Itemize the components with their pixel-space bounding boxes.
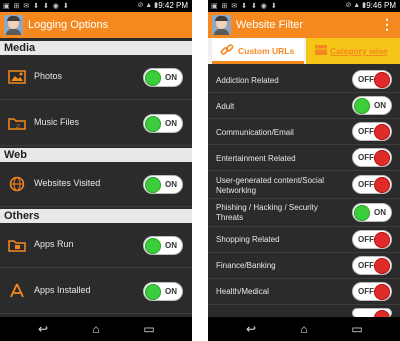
tab-label: Category wise [330, 46, 388, 56]
clock: 9:42 PM [158, 1, 188, 10]
filter-label: User-generated content/Social Networking [216, 176, 325, 195]
pref-row-music[interactable]: ♫ Music Files ON [0, 102, 192, 146]
home-icon[interactable]: ⌂ [293, 321, 315, 337]
overflow-menu-icon[interactable]: ⋮ [380, 17, 394, 31]
action-bar: Logging Options [0, 12, 192, 38]
filter-row[interactable]: User-generated content/Social Networking… [208, 171, 400, 199]
filter-toggle[interactable]: OFF [352, 230, 392, 249]
category-icon [315, 45, 327, 55]
filter-label: Shopping Related [216, 235, 280, 244]
status-bar: ▣ ⊞ ✉ ⬇ ⬇ ◉ ⬇ ⊘ ▲ ▮ 9:46 PM [208, 0, 400, 12]
filter-label: Entertainment Related [216, 154, 296, 163]
pref-row-photos[interactable]: Photos ON [0, 56, 192, 100]
pref-row-apps-installed[interactable]: Apps Installed ON [0, 270, 192, 314]
recent-apps-icon[interactable]: ▭ [346, 321, 368, 337]
filter-toggle[interactable]: OFF [352, 70, 392, 89]
filter-row[interactable]: Shopping Related OFF [208, 227, 400, 253]
filter-row[interactable]: Finance/Banking OFF [208, 253, 400, 279]
tab-custom-urls[interactable]: Custom URLs [212, 38, 304, 64]
pref-row-websites[interactable]: Websites Visited ON [0, 163, 192, 207]
section-header-web: Web [0, 148, 192, 162]
website-filter-screen: ▣ ⊞ ✉ ⬇ ⬇ ◉ ⬇ ⊘ ▲ ▮ 9:46 PM Website Filt… [208, 0, 400, 341]
filter-row-partial[interactable] [208, 305, 400, 318]
filter-toggle[interactable]: OFF [352, 282, 392, 301]
tab-category-wise[interactable]: Category wise [306, 38, 400, 64]
filter-label: Communication/Email [216, 128, 294, 137]
tab-strip: Custom URLs Category wise [208, 38, 400, 64]
signal-icon: ⊘ ▲ ▮ [137, 2, 158, 9]
pref-label: Apps Installed [34, 285, 91, 295]
filter-row[interactable]: Communication/Email OFF [208, 119, 400, 145]
filter-row[interactable]: Health/Medical OFF [208, 279, 400, 305]
action-bar: Website Filter ⋮ [208, 12, 400, 38]
filter-toggle[interactable]: OFF [352, 256, 392, 275]
section-header-others: Others [0, 209, 192, 223]
pref-label: Music Files [34, 117, 80, 127]
apps-run-toggle[interactable]: ON [143, 236, 183, 255]
filter-label: Health/Medical [216, 287, 269, 296]
filter-row[interactable]: Entertainment Related OFF [208, 145, 400, 171]
logging-options-screen: ▣ ⊞ ✉ ⬇ ⬇ ◉ ⬇ ⊘ ▲ ▮ 9:42 PM Logging Opti… [0, 0, 192, 341]
navigation-bar: ↩ ⌂ ▭ [208, 317, 400, 341]
app-logo-icon[interactable] [212, 15, 231, 35]
app-store-icon [10, 283, 24, 298]
filter-toggle[interactable]: OFF [352, 148, 392, 167]
link-icon [220, 44, 234, 55]
app-logo-icon[interactable] [4, 15, 23, 35]
websites-toggle[interactable]: ON [143, 175, 183, 194]
filter-toggle[interactable]: ON [352, 203, 392, 222]
filter-row[interactable]: Adult ON [208, 93, 400, 119]
tab-label: Custom URLs [238, 46, 295, 56]
music-toggle[interactable]: ON [143, 114, 183, 133]
filter-toggle[interactable]: OFF [352, 122, 392, 141]
back-icon[interactable]: ↩ [240, 321, 262, 337]
page-title: Logging Options [28, 19, 109, 31]
pref-label: Websites Visited [34, 178, 101, 188]
clock: 9:46 PM [366, 1, 396, 10]
pref-row-apps-run[interactable]: Apps Run ON [0, 224, 192, 268]
page-title: Website Filter [236, 19, 304, 31]
globe-icon [9, 176, 25, 192]
filter-label: Phishing / Hacking / Security Threats [216, 203, 318, 222]
music-folder-icon: ♫ [8, 118, 26, 130]
svg-text:♫: ♫ [15, 123, 20, 130]
pref-label: Apps Run [34, 239, 74, 249]
signal-icon: ⊘ ▲ ▮ [345, 2, 366, 9]
photo-icon [8, 70, 26, 84]
photos-toggle[interactable]: ON [143, 68, 183, 87]
filter-row[interactable]: Phishing / Hacking / Security Threats ON [208, 199, 400, 227]
filter-toggle[interactable]: ON [352, 96, 392, 115]
home-icon[interactable]: ⌂ [85, 321, 107, 337]
back-icon[interactable]: ↩ [32, 321, 54, 337]
apps-folder-icon [8, 240, 26, 252]
filter-label: Finance/Banking [216, 261, 276, 270]
filter-toggle[interactable]: OFF [352, 175, 392, 194]
navigation-bar: ↩ ⌂ ▭ [0, 317, 192, 341]
filter-label: Adult [216, 102, 235, 111]
status-bar: ▣ ⊞ ✉ ⬇ ⬇ ◉ ⬇ ⊘ ▲ ▮ 9:42 PM [0, 0, 192, 12]
recent-apps-icon[interactable]: ▭ [138, 321, 160, 337]
pref-label: Photos [34, 71, 63, 81]
apps-installed-toggle[interactable]: ON [143, 282, 183, 301]
filter-label: Addiction Related [216, 76, 279, 85]
notification-icons: ▣ ⊞ ✉ ⬇ ⬇ ◉ ⬇ [211, 3, 278, 10]
section-header-media: Media [0, 41, 192, 55]
notification-icons: ▣ ⊞ ✉ ⬇ ⬇ ◉ ⬇ [3, 3, 70, 10]
filter-row[interactable]: Addiction Related OFF [208, 67, 400, 93]
